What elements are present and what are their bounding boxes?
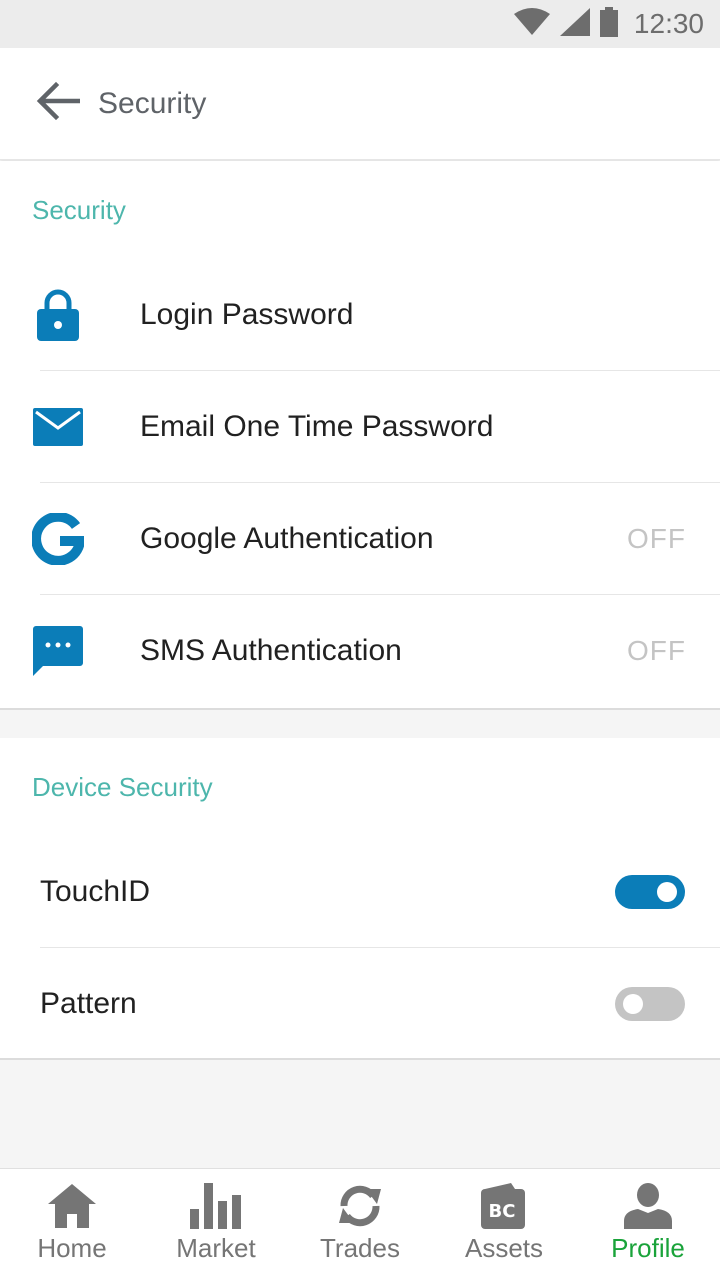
nav-label: Market [176,1233,256,1263]
row-label: Email One Time Password [140,410,494,443]
touchid-row: TouchID [0,836,720,948]
svg-text:BC: BC [489,1201,516,1222]
email-otp-row[interactable]: Email One Time Password [0,371,720,483]
device-security-section: Device Security TouchID Pattern [0,738,720,1060]
status-time: 12:30 [633,8,704,39]
page-title: Security [98,86,207,120]
wifi-icon [513,7,550,41]
pattern-toggle[interactable] [615,987,685,1021]
nav-item-profile[interactable]: Profile [576,1169,720,1280]
refresh-icon [332,1181,388,1231]
email-icon [30,399,86,455]
security-section: Security Login Password Email One Time P… [0,161,720,710]
nav-item-home[interactable]: Home [0,1169,144,1280]
row-label: SMS Authentication [140,634,402,667]
touchid-toggle[interactable] [615,875,685,909]
nav-item-assets[interactable]: BC Assets [432,1169,576,1280]
cell-signal-icon [559,7,590,41]
nav-item-market[interactable]: Market [144,1169,288,1280]
nav-label: Home [37,1233,107,1263]
person-icon [620,1181,676,1231]
row-label: Login Password [140,298,354,331]
nav-label: Trades [320,1233,400,1263]
login-password-row[interactable]: Login Password [0,259,720,371]
bar-chart-icon [188,1181,244,1231]
battery-icon [599,6,618,42]
lock-icon [30,287,86,343]
section-header-device-security: Device Security [32,771,213,802]
app-bar: Security [0,48,720,160]
home-icon [44,1181,100,1231]
row-label: Google Authentication [140,522,434,555]
status-value: OFF [627,523,686,554]
pattern-row: Pattern [0,948,720,1060]
nav-item-trades[interactable]: Trades [288,1169,432,1280]
section-header-security: Security [32,194,126,225]
nav-label: Assets [464,1233,544,1263]
arrow-back-icon [36,81,81,126]
back-button[interactable] [28,74,88,134]
bottom-navigation: Home Market Trades BC Assets Profile [0,1168,720,1280]
google-auth-row[interactable]: Google Authentication OFF [0,483,720,595]
sms-icon [30,623,86,679]
google-icon [30,511,86,567]
toggle-knob [623,994,643,1014]
wallet-icon: BC [476,1181,532,1231]
row-label: Pattern [40,987,137,1020]
sms-auth-row[interactable]: SMS Authentication OFF [0,595,720,707]
status-bar: 12:30 [0,0,720,48]
nav-label: Profile [611,1233,685,1263]
status-value: OFF [627,635,686,666]
toggle-knob [657,882,677,902]
row-label: TouchID [40,875,151,908]
